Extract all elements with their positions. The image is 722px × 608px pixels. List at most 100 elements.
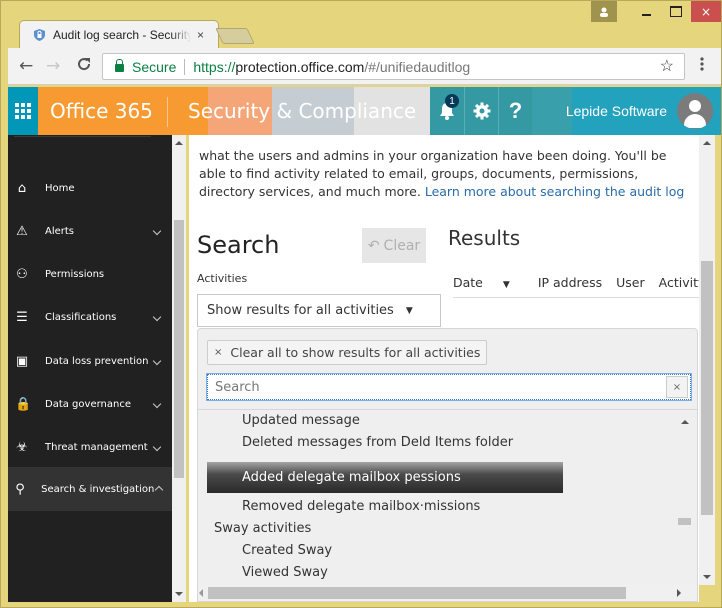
chevron-down-icon[interactable] (151, 312, 163, 323)
alert-icon: ⚠ (16, 223, 28, 239)
bookmark-star-icon[interactable]: ☆ (660, 56, 674, 76)
activity-search-input[interactable] (208, 375, 666, 399)
maximize-button[interactable] (661, 1, 691, 22)
learn-more-link[interactable]: Learn more about searching the audit log (425, 184, 685, 199)
scroll-up-arrow-icon[interactable] (681, 420, 689, 424)
column-date[interactable]: Date ▼ (453, 275, 524, 290)
clear-all-label: Clear all to show results for all activi… (230, 345, 481, 360)
close-window-button[interactable]: × (691, 1, 721, 22)
minimize-button[interactable] (631, 1, 661, 22)
classifications-icon: ☰ (16, 309, 28, 325)
tab-title: Audit log search - Security & Compliance (53, 28, 191, 42)
sidebar-item-threat-management[interactable]: ☣ Threat management (8, 425, 172, 469)
activities-dropdown-value: Show results for all activities (207, 303, 394, 318)
help-icon: ? (508, 98, 523, 123)
column-user[interactable]: User (616, 275, 645, 290)
sidebar-item-classifications[interactable]: ☰ Classifications (8, 295, 172, 339)
scroll-right-arrow-icon[interactable] (677, 589, 681, 597)
column-activity[interactable]: Activity (659, 275, 699, 290)
column-ip-address[interactable]: IP address (538, 275, 602, 290)
activity-item[interactable]: Created Sway (242, 543, 332, 558)
shield-icon (34, 29, 45, 41)
activity-item[interactable]: Deleted messages from Deld Items folder (242, 435, 513, 450)
profile-button[interactable] (591, 1, 617, 22)
search-clear-button[interactable]: × (666, 376, 688, 398)
horizontal-scrollbar[interactable] (198, 585, 697, 601)
settings-button[interactable] (464, 87, 498, 135)
sidebar-item-label: Classifications (45, 311, 117, 323)
forward-button[interactable]: → (46, 56, 60, 76)
person-icon (600, 7, 608, 17)
sidebar-divider (14, 136, 151, 137)
left-nav: ⌂ Home ⚠ Alerts ⚇ Permissions ☰ Classifications… (8, 135, 172, 602)
sort-caret-icon: ▼ (502, 280, 510, 290)
sidebar-item-alerts[interactable]: ⚠ Alerts (8, 209, 172, 253)
help-button[interactable]: ? (498, 87, 532, 135)
office365-brand[interactable]: Office 365 (38, 87, 168, 135)
sidebar-scroll-thumb[interactable] (174, 220, 184, 478)
activities-label: Activities (197, 272, 248, 285)
kebab-menu-icon (700, 57, 704, 71)
chevron-down-icon[interactable] (151, 399, 163, 410)
sidebar-item-data-governance[interactable]: 🔒 Data governance (8, 382, 172, 426)
omnibox-separator (184, 58, 186, 75)
sidebar-item-label: Search & investigation (41, 483, 155, 495)
activity-item[interactable]: Removed delegate mailbox·missions (242, 499, 480, 514)
main-scrollbar[interactable] (699, 135, 715, 585)
browser-menu-button[interactable] (698, 56, 706, 72)
address-bar[interactable]: Secure https:// protection.office.com /#… (102, 53, 685, 80)
permissions-icon: ⚇ (16, 266, 28, 282)
chevron-down-icon[interactable] (151, 226, 163, 237)
activity-item[interactable]: Updated message (242, 413, 360, 428)
gear-icon (473, 102, 490, 120)
tab-close-icon[interactable]: × (197, 28, 204, 42)
chevron-down-icon[interactable] (151, 442, 163, 453)
browser-tab[interactable]: Audit log search - Security & Compliance… (19, 20, 219, 49)
sidebar-item-search-investigation[interactable]: ⚲ Search & investigation (8, 467, 172, 511)
waffle-icon (15, 103, 31, 119)
dropdown-caret-icon: ▼ (405, 305, 413, 316)
sidebar-item-data-loss-prevention[interactable]: ▣ Data loss prevention (8, 339, 172, 383)
main-scroll-thumb[interactable] (701, 261, 713, 515)
account-button[interactable]: Lepide Software (532, 87, 721, 135)
notification-badge: 1 (445, 94, 459, 108)
user-name: Lepide Software (565, 103, 667, 119)
search-icon: ⚲ (15, 481, 25, 497)
activity-item-selected[interactable]: Added delegate mailbox pessions (207, 462, 563, 493)
chevron-down-icon[interactable] (151, 356, 163, 367)
clear-button[interactable]: ↶ Clear (362, 228, 426, 263)
chevron-up-icon[interactable] (154, 483, 163, 496)
sidebar-item-home[interactable]: ⌂ Home (8, 166, 172, 210)
intro-paragraph: what the users and admins in your organi… (199, 147, 694, 201)
lock-icon: 🔒 (15, 396, 32, 412)
activity-list-scroll-thumb[interactable] (678, 518, 691, 525)
scroll-down-arrow-icon[interactable] (703, 575, 711, 579)
activity-list-scrollbar[interactable] (677, 410, 693, 586)
new-tab-button[interactable] (215, 28, 255, 44)
scroll-up-arrow-icon[interactable] (175, 141, 183, 145)
sidebar-item-label: Data loss prevention (45, 355, 149, 367)
sidebar-item-label: Threat management (45, 441, 148, 453)
sidebar-scrollbar[interactable] (172, 135, 186, 602)
browser-window: × Audit log search - Security & Complian… (0, 0, 722, 608)
clear-all-chip[interactable]: × Clear all to show results for all acti… (207, 340, 488, 365)
scroll-down-arrow-icon[interactable] (175, 592, 183, 596)
notifications-button[interactable]: 1 (430, 87, 464, 135)
back-button[interactable]: ← (19, 56, 33, 76)
reload-button[interactable] (76, 56, 92, 77)
activities-dropdown[interactable]: Show results for all activities ▼ (197, 294, 441, 327)
activity-item[interactable]: Viewed Sway (242, 565, 328, 580)
scroll-left-arrow-icon[interactable] (199, 589, 203, 597)
activity-list: Updated message Deleted messages from Del… (198, 409, 697, 586)
avatar (677, 93, 713, 129)
app-launcher-button[interactable] (8, 87, 38, 135)
home-icon: ⌂ (17, 180, 27, 196)
horizontal-scroll-thumb[interactable] (208, 587, 626, 599)
scroll-up-arrow-icon[interactable] (703, 141, 711, 145)
activity-group-header[interactable]: Sway activities (214, 521, 311, 536)
biohazard-icon: ☣ (16, 439, 28, 455)
activity-search-box: × (207, 374, 691, 400)
activities-panel: × Clear all to show results for all acti… (197, 328, 698, 602)
sidebar-item-permissions[interactable]: ⚇ Permissions (8, 252, 172, 296)
clear-label: Clear (383, 237, 421, 254)
